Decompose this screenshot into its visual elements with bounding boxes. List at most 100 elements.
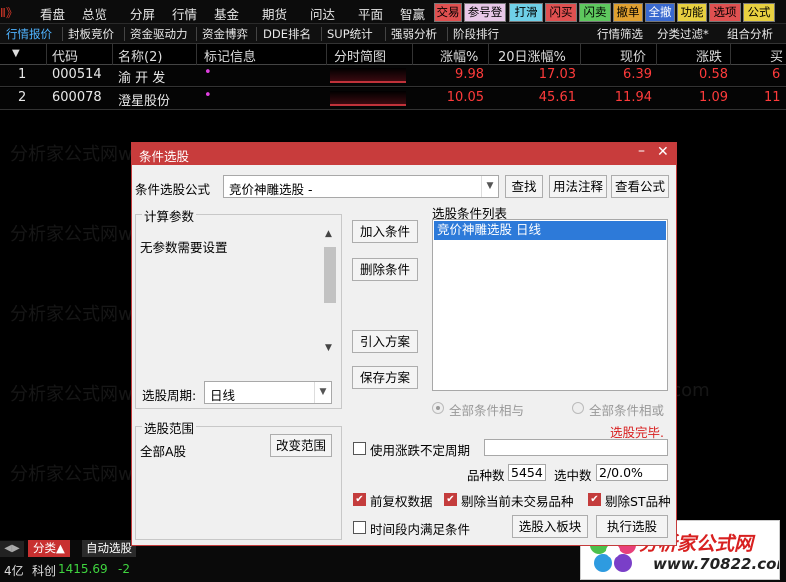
tab-category-filter[interactable]: 分类过滤* — [657, 26, 709, 42]
trade-button[interactable]: 交易 — [434, 3, 462, 22]
row-change-pct: 10.05 — [446, 90, 484, 105]
table-row[interactable]: 2 600078 澄星股份 • 10.05 45.61 11.94 1.09 1… — [0, 88, 786, 110]
menu-collapse-glyph[interactable]: Ⅱ》 — [0, 4, 18, 21]
cancel-all-button[interactable]: 全撤 — [645, 3, 675, 22]
menu-fenping[interactable]: 分屏 — [130, 4, 155, 23]
row-mark: • — [204, 88, 212, 103]
time-range-checkbox[interactable] — [353, 521, 366, 534]
chevron-up-icon[interactable]: ▲ — [325, 229, 332, 239]
radio-or[interactable] — [572, 402, 584, 414]
exclude-st-checkbox[interactable]: ✔ — [588, 493, 601, 506]
logo-url: www.70822.com — [653, 555, 780, 573]
menu-jijin[interactable]: 基金 — [214, 4, 239, 23]
flash-buy-button[interactable]: 闪买 — [545, 3, 577, 22]
tab-category[interactable]: 分类▲ — [28, 540, 70, 557]
period-field[interactable] — [484, 439, 668, 456]
params-scrollbar[interactable]: ▲ ▼ — [322, 229, 338, 357]
close-icon[interactable]: ✕ — [657, 144, 669, 160]
import-scheme-button[interactable]: 引入方案 — [352, 330, 418, 353]
col-name[interactable]: 名称(2) — [118, 46, 162, 65]
formula-value: 竞价神雕选股 - — [229, 182, 313, 197]
tab-stage-rank[interactable]: 阶段排行 — [453, 26, 499, 42]
formula-select[interactable]: 竞价神雕选股 - ▼ — [223, 175, 499, 198]
params-group: 计算参数 无参数需要设置 ▲ ▼ 选股周期: 日线 ▼ — [135, 206, 342, 409]
run-select-button[interactable]: 执行选股 — [596, 515, 668, 538]
tab-quote[interactable]: 行情报价 — [6, 26, 52, 42]
delete-condition-button[interactable]: 删除条件 — [352, 258, 418, 281]
index-change: -2 — [118, 562, 130, 576]
menu-wenda[interactable]: 问达 — [310, 4, 335, 23]
tab-auction[interactable]: 封板竞价 — [68, 26, 114, 42]
usage-notes-button[interactable]: 用法注释 — [549, 175, 607, 198]
col-diff[interactable]: 涨跌 — [696, 46, 722, 65]
use-period-label: 使用涨跌不定周期 — [370, 443, 471, 458]
menu-kanpan[interactable]: 看盘 — [40, 4, 65, 23]
row-name: 渝 开 发 — [118, 71, 166, 86]
col-price[interactable]: 现价 — [620, 46, 646, 65]
flash-sell-button[interactable]: 闪卖 — [579, 3, 611, 22]
cancel-order-button[interactable]: 撤单 — [613, 3, 643, 22]
radio-and[interactable] — [432, 402, 444, 414]
tab-strength[interactable]: 强弱分析 — [391, 26, 437, 42]
minimize-icon[interactable]: – — [638, 143, 645, 159]
table-row[interactable]: 1 000514 渝 开 发 • 9.98 17.03 6.39 0.58 6 — [0, 65, 786, 87]
condition-select-dialog: 条件选股 – ✕ 条件选股公式 竞价神雕选股 - ▼ 查找 用法注释 查看公式 … — [131, 142, 677, 546]
col-buy[interactable]: 买 — [770, 46, 783, 65]
find-button[interactable]: 查找 — [505, 175, 543, 198]
restore-checkbox[interactable]: ✔ — [353, 493, 366, 506]
options-button[interactable]: 选项 — [709, 3, 741, 22]
count-label: 品种数 — [467, 468, 505, 483]
login-button[interactable]: 参号登 — [464, 3, 506, 22]
view-formula-button[interactable]: 查看公式 — [611, 175, 669, 198]
sort-down-icon[interactable]: ▼ — [12, 48, 20, 59]
col-change-pct[interactable]: 涨幅% — [440, 46, 478, 65]
column-divider — [656, 44, 657, 65]
condition-list[interactable]: 竞价神雕选股 日线 — [432, 219, 668, 391]
scroll-left-icon[interactable]: ◀▶ — [0, 541, 24, 557]
scroll-thumb[interactable] — [324, 247, 336, 303]
count-field: 5454 — [508, 464, 546, 481]
col-code[interactable]: 代码 — [52, 46, 78, 65]
menu-zhiying[interactable]: 智赢 — [400, 4, 425, 23]
add-condition-button[interactable]: 加入条件 — [352, 220, 418, 243]
menu-pingmian[interactable]: 平面 — [358, 4, 383, 23]
col-mark[interactable]: 标记信息 — [204, 46, 256, 65]
period-select[interactable]: 日线 ▼ — [204, 381, 332, 404]
row-name: 澄星股份 — [118, 94, 171, 109]
to-block-button[interactable]: 选股入板块 — [512, 515, 588, 538]
formula-button[interactable]: 公式 — [743, 3, 775, 22]
tab-divider — [385, 27, 386, 41]
tab-auto-select[interactable]: 自动选股 — [82, 540, 136, 557]
function-button[interactable]: 功能 — [677, 3, 707, 22]
tab-sup[interactable]: SUP统计 — [327, 26, 373, 42]
dialog-titlebar[interactable]: 条件选股 – ✕ — [132, 143, 676, 165]
list-item[interactable]: 竞价神雕选股 日线 — [434, 221, 666, 240]
tab-fund-game[interactable]: 资金博弈 — [202, 26, 248, 42]
menu-zonglan[interactable]: 总览 — [82, 4, 107, 23]
chevron-down-icon[interactable]: ▼ — [325, 343, 332, 353]
tab-dde[interactable]: DDE排名 — [263, 26, 311, 42]
exclude-untraded-checkbox[interactable]: ✔ — [444, 493, 457, 506]
row-index: 1 — [18, 67, 27, 82]
use-period-checkbox[interactable] — [353, 442, 366, 455]
index-value: 1415.69 — [58, 562, 108, 576]
column-divider — [196, 44, 197, 65]
tab-portfolio[interactable]: 组合分析 — [727, 26, 773, 42]
print-button[interactable]: 打滑 — [509, 3, 543, 22]
menu-qihuo[interactable]: 期货 — [262, 4, 287, 23]
chevron-down-icon[interactable]: ▼ — [481, 176, 498, 197]
tab-fund-drive[interactable]: 资金驱动力 — [130, 26, 188, 42]
chevron-down-icon[interactable]: ▼ — [314, 382, 331, 403]
column-divider — [580, 44, 581, 65]
range-value: 全部A股 — [140, 444, 187, 459]
tab-filter[interactable]: 行情筛选 — [597, 26, 643, 42]
col-sparkline[interactable]: 分时简图 — [334, 46, 386, 65]
volume-value: 4亿 — [4, 564, 24, 578]
save-scheme-button[interactable]: 保存方案 — [352, 366, 418, 389]
col-20d-change[interactable]: 20日涨幅% — [498, 46, 566, 65]
change-range-button[interactable]: 改变范围 — [270, 434, 332, 457]
row-price: 6.39 — [623, 67, 652, 82]
params-text: 无参数需要设置 — [140, 240, 228, 255]
range-group: 选股范围 全部A股 改变范围 — [135, 418, 342, 540]
menu-hangqing[interactable]: 行情 — [172, 4, 197, 23]
